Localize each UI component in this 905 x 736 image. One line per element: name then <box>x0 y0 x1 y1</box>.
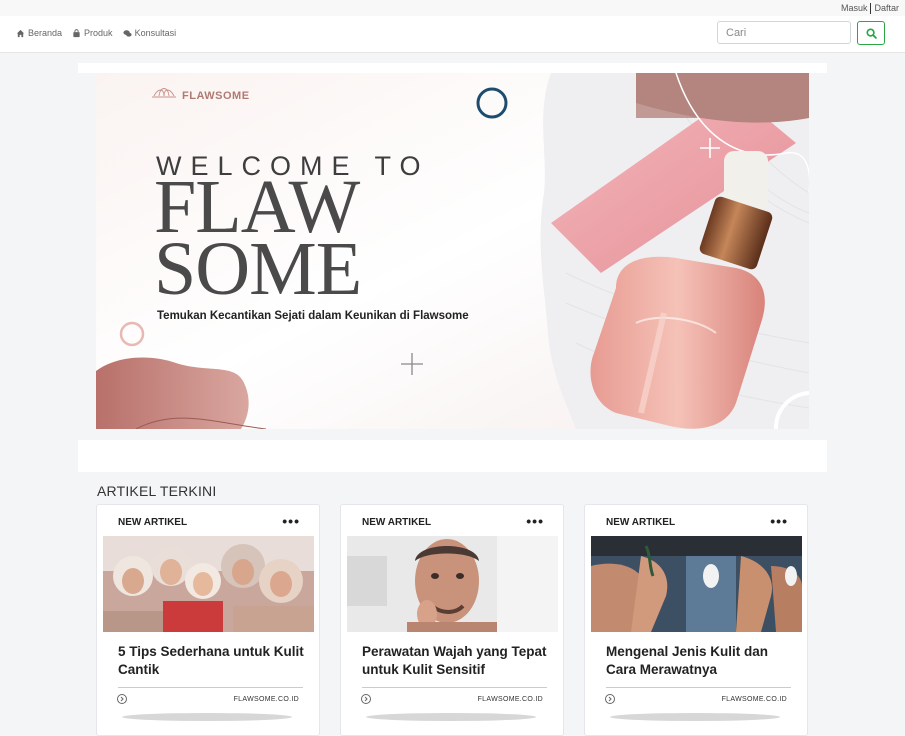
chat-icon <box>123 29 132 37</box>
hero-banner[interactable]: FLAWSOME WELCOME TO FLAW SOME Temukan Ke… <box>96 73 809 429</box>
arrow-circle-icon[interactable] <box>361 694 371 704</box>
article-card[interactable]: NEW ARTIKEL ••• Mengenal Jenis Kulit dan… <box>584 504 808 736</box>
search-input[interactable] <box>717 21 851 44</box>
search-icon <box>865 27 877 39</box>
article-image <box>347 536 558 632</box>
card-shadow <box>610 713 780 721</box>
more-options-icon[interactable]: ••• <box>770 513 788 529</box>
brand-name: FLAWSOME <box>182 90 250 102</box>
card-tag: NEW ARTIKEL <box>362 517 432 528</box>
nav-item-label: Konsultasi <box>134 28 177 38</box>
search-button[interactable] <box>857 21 885 45</box>
nav-item-konsultasi[interactable]: Konsultasi <box>123 28 177 38</box>
arrow-circle-icon[interactable] <box>605 694 615 704</box>
home-icon <box>16 29 25 37</box>
nav-item-produk[interactable]: Produk <box>72 28 113 38</box>
card-tag: NEW ARTIKEL <box>606 517 676 528</box>
more-options-icon[interactable]: ••• <box>526 513 544 529</box>
nav-item-label: Beranda <box>28 28 63 38</box>
article-source: FLAWSOME.CO.ID <box>477 696 543 703</box>
article-source: FLAWSOME.CO.ID <box>233 696 299 703</box>
article-title[interactable]: Mengenal Jenis Kulit dan Cara Merawatnya <box>606 643 796 679</box>
hero-title: FLAW SOME <box>154 169 362 311</box>
nav-item-label: Produk <box>84 28 113 38</box>
section-title: ARTIKEL TERKINI <box>97 483 217 499</box>
login-link[interactable]: Masuk <box>841 3 868 13</box>
arrow-circle-icon[interactable] <box>117 694 127 704</box>
card-shadow <box>366 713 536 721</box>
article-title[interactable]: Perawatan Wajah yang Tepat untuk Kulit S… <box>362 643 552 679</box>
card-divider <box>118 687 303 688</box>
bag-icon <box>73 28 80 37</box>
register-link[interactable]: Daftar <box>874 3 899 13</box>
hero-frame-top <box>78 63 827 73</box>
article-title[interactable]: 5 Tips Sederhana untuk Kulit Cantik <box>118 643 308 679</box>
hero-frame-bottom <box>78 440 827 472</box>
nav-item-beranda[interactable]: Beranda <box>16 28 62 38</box>
hero-tagline: Temukan Kecantikan Sejati dalam Keunikan… <box>157 310 469 322</box>
card-divider <box>606 687 791 688</box>
card-divider <box>362 687 547 688</box>
nav-menu: Beranda Produk Konsultasi <box>16 28 176 38</box>
article-image <box>591 536 802 632</box>
article-source: FLAWSOME.CO.ID <box>721 696 787 703</box>
navbar: Beranda Produk Konsultasi <box>0 16 905 53</box>
auth-bar: Masuk Daftar <box>0 0 905 16</box>
article-card[interactable]: NEW ARTIKEL ••• Perawatan Wajah yang Tep… <box>340 504 564 736</box>
more-options-icon[interactable]: ••• <box>282 513 300 529</box>
auth-divider <box>870 3 872 15</box>
card-tag: NEW ARTIKEL <box>118 517 188 528</box>
auth-links: Masuk Daftar <box>841 3 899 15</box>
hero-title-line2: SOME <box>154 227 362 311</box>
card-shadow <box>122 713 292 721</box>
article-card[interactable]: NEW ARTIKEL ••• 5 Tips Sederhana untuk K… <box>96 504 320 736</box>
article-image <box>103 536 314 632</box>
